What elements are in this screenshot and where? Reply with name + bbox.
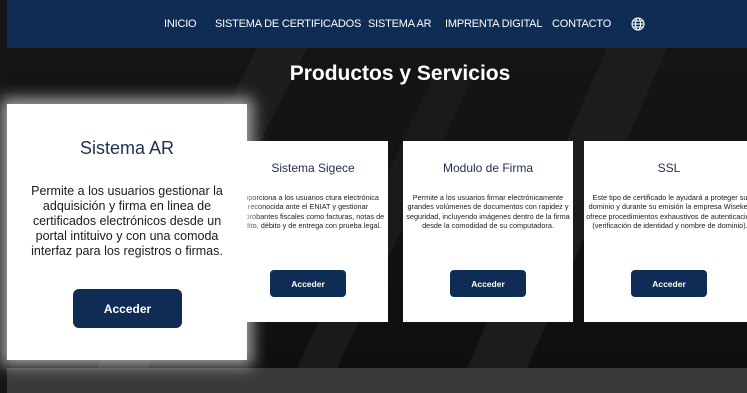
card-description: Este tipo de certificado le ayudará a pr… [586, 193, 747, 231]
card-title: Sistema Sigece [271, 161, 355, 175]
product-card-ssl: SSL Este tipo de certificado le ayudará … [584, 141, 747, 322]
nav-link-sistema-ar[interactable]: SISTEMA AR [368, 18, 432, 30]
top-navigation-bar: INICIO SISTEMA DE CERTIFICADOS SISTEMA A… [7, 0, 747, 48]
card-title: SSL [657, 161, 681, 175]
globe-icon[interactable] [631, 17, 645, 31]
card-title: Sistema AR [79, 138, 175, 158]
product-card-sistema-sigece: Sistema Sigece Proporciona a los usuario… [228, 141, 388, 322]
product-card-sistema-ar: Sistema AR Permite a los usuarios gestio… [7, 104, 247, 360]
acceder-button[interactable]: Acceder [450, 270, 526, 297]
footer-band [7, 368, 747, 393]
nav-link-sistema-de-certificados[interactable]: SISTEMA DE CERTIFICADOS [215, 18, 361, 30]
acceder-button[interactable]: Acceder [631, 270, 707, 297]
card-description: Permite a los usuarios gestionar la adqu… [31, 184, 223, 258]
card-description: Permite a los usuarios firmar electrónic… [406, 193, 570, 231]
nav-link-contacto[interactable]: CONTACTO [552, 18, 611, 30]
acceder-button[interactable]: Acceder [270, 270, 346, 297]
card-description: Proporciona a los usuarios ctura electró… [231, 193, 385, 231]
product-card-modulo-de-firma: Modulo de Firma Permite a los usuarios f… [403, 141, 573, 322]
section-title: Productos y Servicios [289, 62, 511, 85]
acceder-button[interactable]: Acceder [73, 289, 182, 328]
nav-link-inicio[interactable]: INICIO [164, 18, 197, 30]
card-title: Modulo de Firma [442, 161, 534, 175]
nav-link-imprenta-digital[interactable]: IMPRENTA DIGITAL [445, 18, 542, 30]
